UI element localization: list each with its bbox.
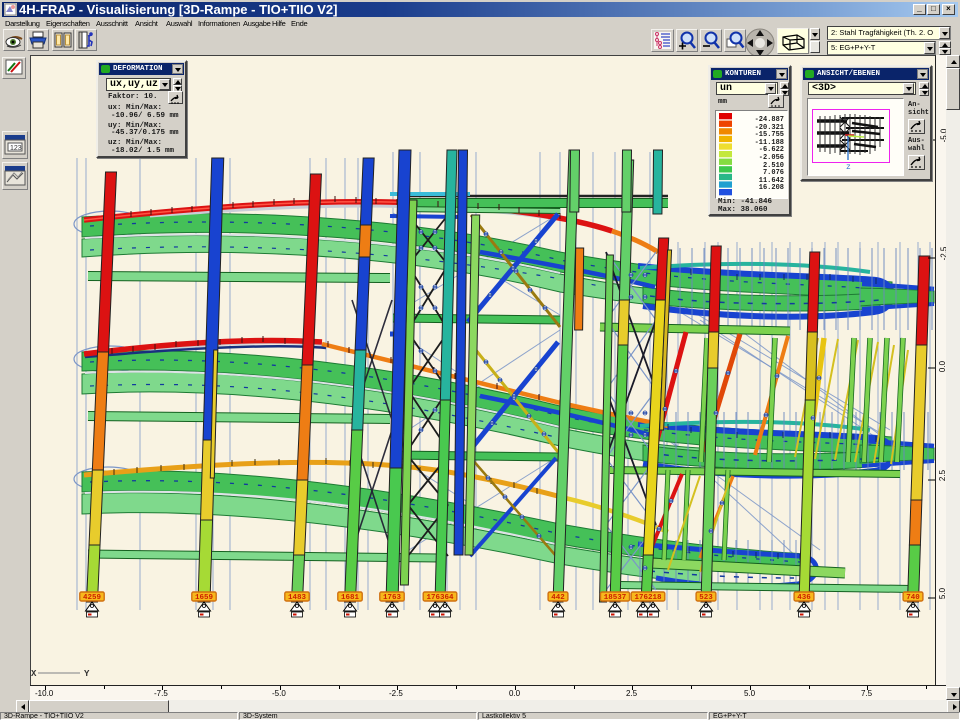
svg-text:442: 442 bbox=[551, 594, 565, 602]
svg-text:1483: 1483 bbox=[288, 594, 307, 602]
svg-text:1659: 1659 bbox=[195, 594, 214, 602]
svg-text:123: 123 bbox=[10, 145, 22, 152]
svg-text:Y: Y bbox=[84, 669, 90, 679]
svg-text:1763: 1763 bbox=[383, 594, 402, 602]
svg-text:176218: 176218 bbox=[634, 594, 662, 602]
svg-text:436: 436 bbox=[797, 594, 811, 602]
svg-text:18537: 18537 bbox=[604, 594, 627, 602]
svg-text:z: z bbox=[846, 163, 851, 171]
svg-text:1681: 1681 bbox=[341, 594, 360, 602]
svg-text:X: X bbox=[31, 669, 37, 679]
svg-text:4259: 4259 bbox=[83, 594, 102, 602]
svg-text:176364: 176364 bbox=[426, 594, 454, 602]
svg-text:523: 523 bbox=[699, 594, 713, 602]
svg-text:740: 740 bbox=[906, 594, 920, 602]
